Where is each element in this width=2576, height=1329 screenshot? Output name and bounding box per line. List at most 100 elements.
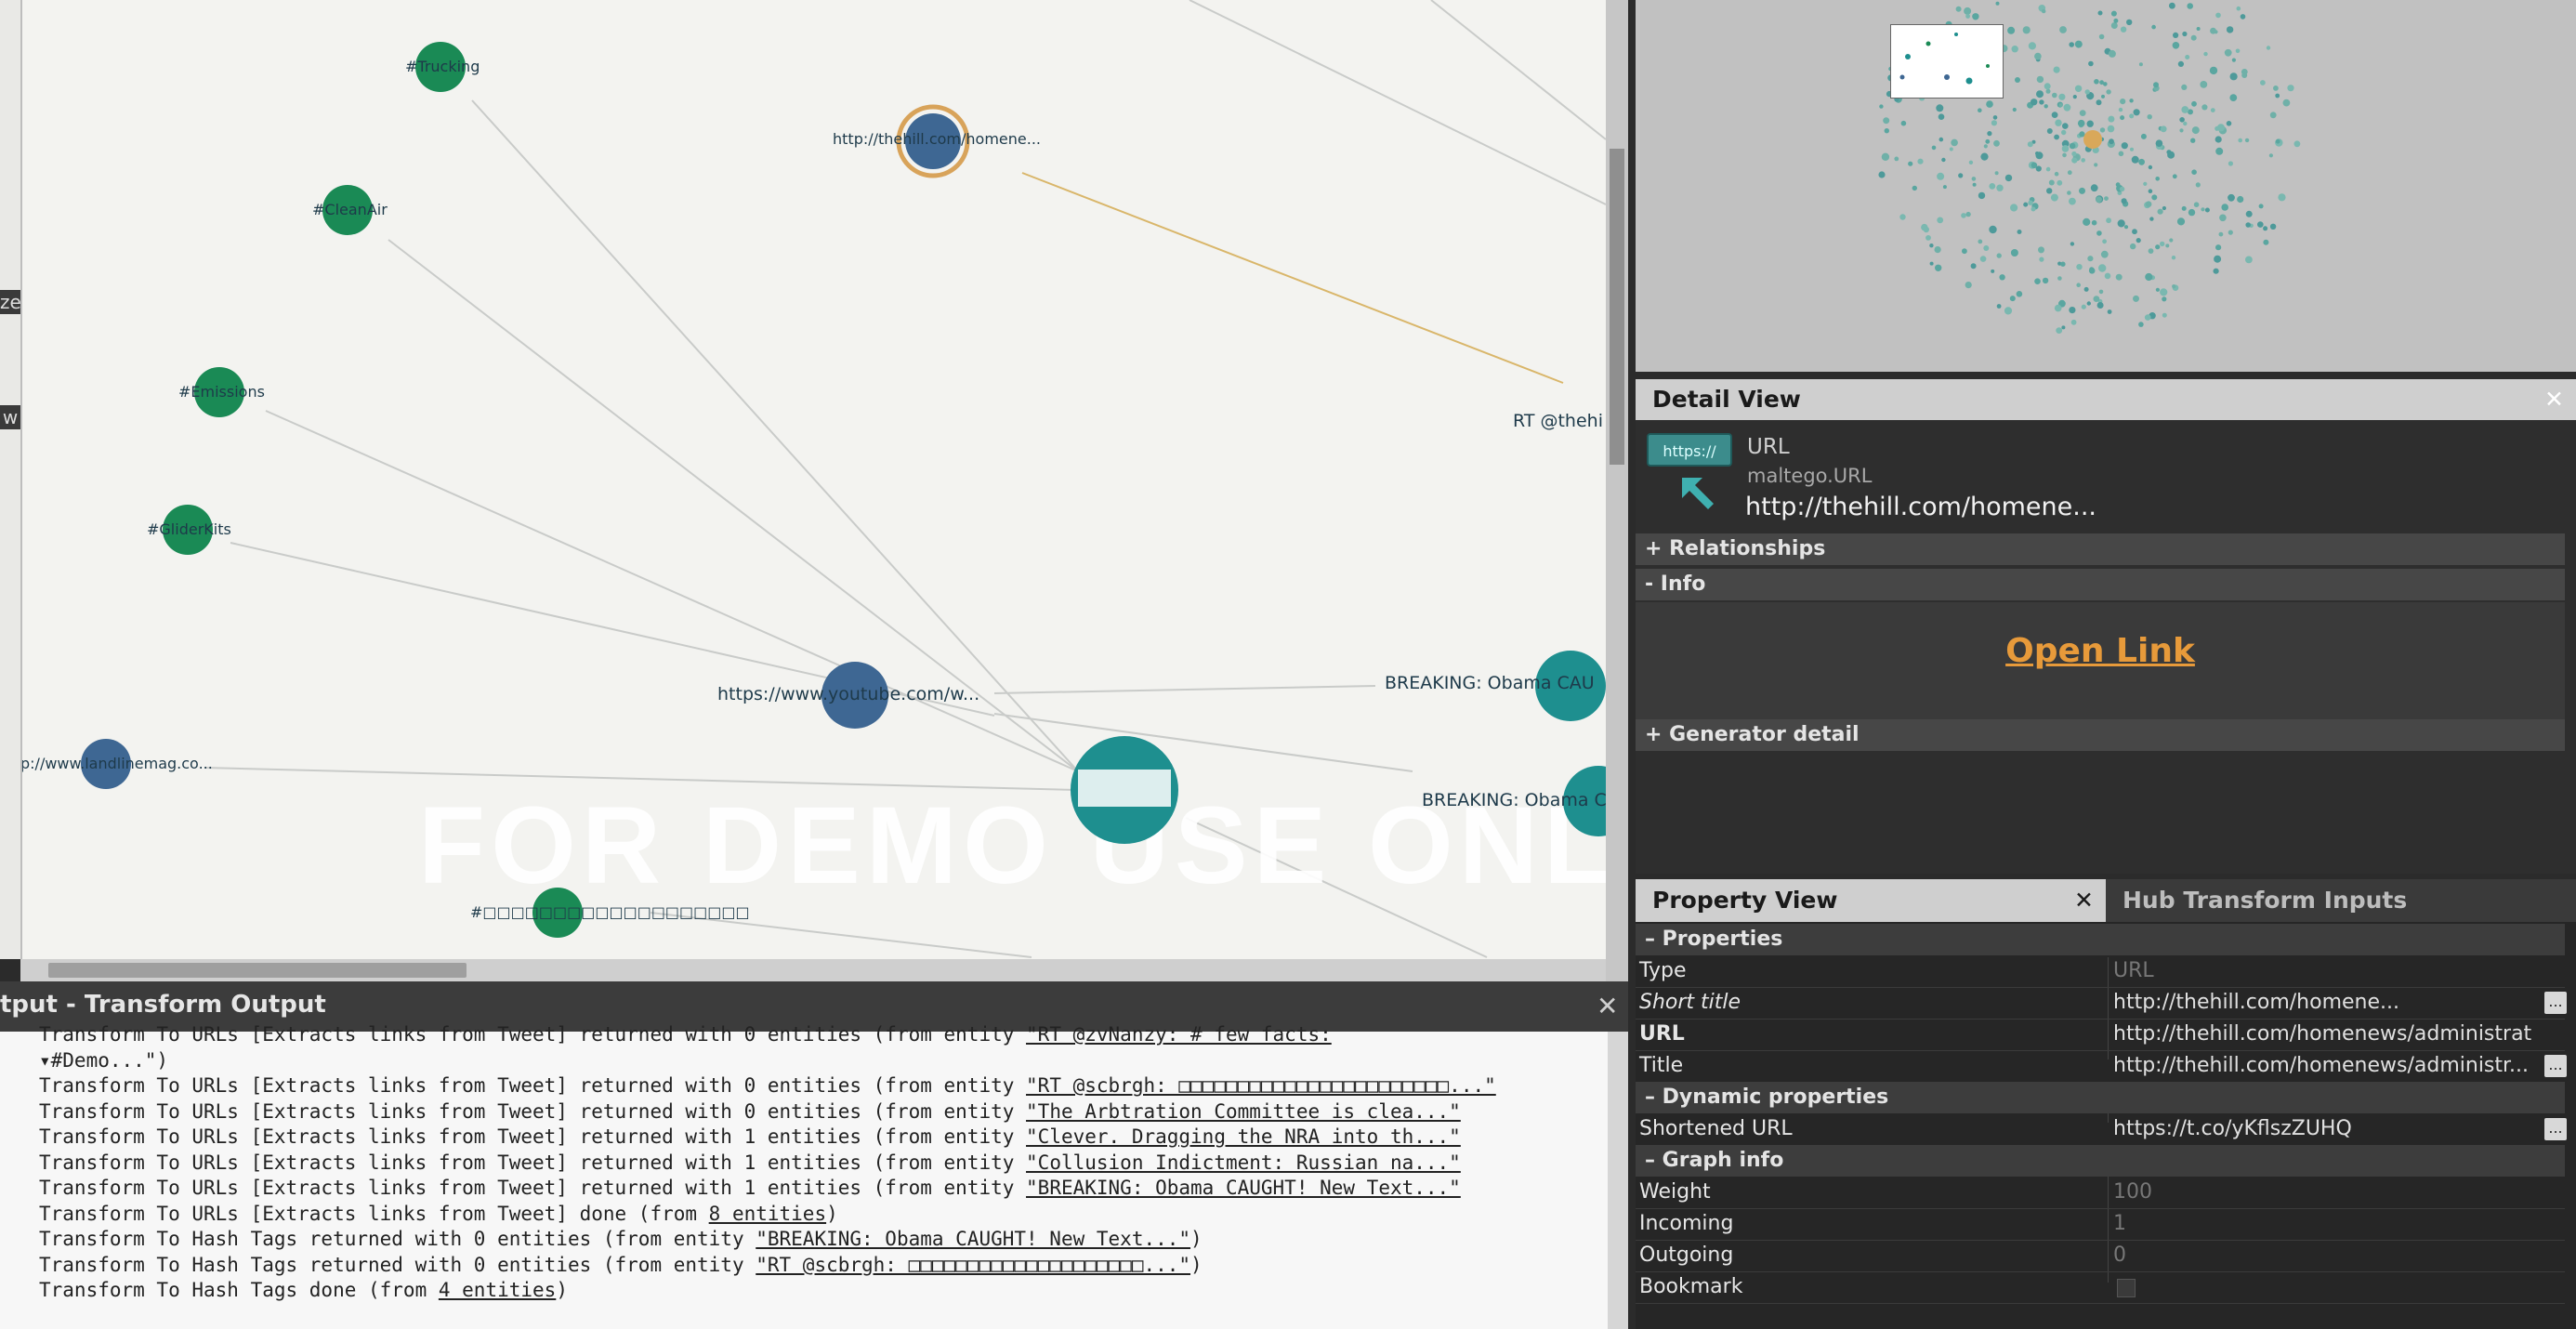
overview-dot	[2046, 188, 2053, 194]
overview-dot	[2046, 128, 2053, 134]
overview-dot	[2157, 208, 2163, 215]
overview-dot	[2071, 151, 2077, 157]
overview-dot	[1970, 263, 1977, 270]
entity-link[interactable]: "BREAKING: Obama CAUGHT! New Text..."	[756, 1228, 1190, 1250]
overview-dot	[1938, 113, 1945, 120]
overview-dot	[2031, 206, 2036, 212]
tab-property-view[interactable]: Property View ✕	[1636, 879, 2106, 922]
left-strip-tab[interactable]: w	[0, 405, 20, 429]
overview-dot	[2023, 202, 2029, 207]
entity-link[interactable]: "RT @scbrgh: □□□□□□□□□□□□□□□□□□□□□□□..."	[1026, 1074, 1496, 1097]
overview-dot	[2155, 244, 2161, 250]
prop-value[interactable]: http://thehill.com/homenews/administrati…	[2113, 1019, 2531, 1050]
prop-value[interactable]: http://thehill.com/homenews/administr...	[2113, 1050, 2531, 1082]
overview-dot	[2153, 82, 2159, 88]
overview-hub-node	[2083, 130, 2102, 149]
overview-dot	[2162, 312, 2167, 318]
ellipsis-button[interactable]: ...	[2544, 1118, 2567, 1140]
section-generator-detail[interactable]: + Generator detail	[1636, 719, 2565, 751]
close-icon[interactable]: ✕	[2074, 879, 2094, 922]
prop-row-short-title[interactable]: Short title http://thehill.com/homene...…	[1636, 987, 2567, 1020]
output-scrollbar[interactable]	[1608, 1032, 1628, 1329]
overview-dot	[2185, 55, 2190, 59]
overview-dot	[1937, 217, 1944, 224]
overview-dot	[2104, 196, 2109, 202]
prop-key: Bookmark	[1639, 1275, 1743, 1298]
group-dynamic-properties[interactable]: – Dynamic properties	[1636, 1082, 2565, 1113]
prop-row-bookmark[interactable]: Bookmark	[1636, 1271, 2565, 1304]
section-relationships[interactable]: + Relationships	[1636, 533, 2565, 565]
entity-link[interactable]: "RT @zvNanzy: # few facts:	[1026, 1023, 1332, 1046]
entity-link[interactable]: "The Arbtration Committee is clea..."	[1026, 1100, 1461, 1123]
overview-dot	[2120, 26, 2127, 33]
graph-horizontal-scrollbar[interactable]	[20, 959, 1606, 981]
overview-dot	[2282, 99, 2291, 107]
left-strip-tab[interactable]: ze	[0, 290, 21, 314]
overview-dot	[2191, 100, 2197, 107]
entity-link[interactable]: 8 entities	[709, 1203, 826, 1225]
overview-dot	[1972, 13, 1979, 20]
overview-dot	[2010, 204, 2018, 212]
overview-dot	[1894, 156, 1899, 162]
log-line: Transform To URLs [Extracts links from T…	[39, 1023, 1332, 1046]
prop-row-title[interactable]: Title http://thehill.com/homenews/admini…	[1636, 1050, 2567, 1083]
overview-dot	[2028, 42, 2036, 50]
tab-hub-transform-inputs[interactable]: Hub Transform Inputs	[2106, 879, 2576, 922]
prop-value[interactable]: http://thehill.com/homene...	[2113, 987, 2531, 1019]
overview-dot	[2145, 272, 2153, 282]
section-info[interactable]: - Info	[1636, 569, 2565, 600]
overview-dot	[2287, 85, 2294, 92]
overview-dot	[1995, 1, 2000, 6]
open-link[interactable]: Open Link	[1636, 632, 2565, 670]
entity-link[interactable]: "RT @scbrgh: □□□□□□□□□□□□□□□□□□□□..."	[756, 1254, 1190, 1276]
overview-dot	[2015, 77, 2020, 83]
overview-dot	[2182, 31, 2188, 37]
overview-dot	[2235, 48, 2241, 54]
overview-dot	[2149, 217, 2154, 221]
scroll-thumb[interactable]	[48, 963, 467, 978]
scroll-thumb[interactable]	[1610, 149, 1624, 465]
overview-dot	[2148, 248, 2154, 254]
overview-dot	[2050, 193, 2058, 202]
overview-dot	[2098, 289, 2104, 295]
entity-link[interactable]: "Clever. Dragging the NRA into th..."	[1026, 1125, 1461, 1148]
edge	[1430, 0, 1606, 140]
overview-viewport-frame[interactable]	[1890, 24, 2004, 99]
prop-value[interactable]: https://t.co/yKflszZUHQ	[2113, 1113, 2531, 1145]
graph-canvas[interactable]: FOR DEMO USE ONLY #Trucking #CleanAir #E…	[0, 0, 1606, 959]
overview-dot	[1989, 183, 1996, 190]
prop-row-url[interactable]: URL http://thehill.com/homenews/administ…	[1636, 1019, 2565, 1051]
detail-view-title: Detail View	[1652, 386, 1801, 413]
bookmark-checkbox[interactable]	[2117, 1279, 2136, 1297]
close-icon[interactable]: ✕	[2544, 379, 2564, 420]
overview-dot	[2052, 92, 2057, 99]
overview-dot	[2162, 296, 2167, 302]
group-properties[interactable]: – Properties	[1636, 924, 2565, 955]
entity-link[interactable]: 4 entities	[439, 1279, 556, 1301]
close-icon[interactable]: ✕	[1597, 991, 1618, 1021]
overview-dot	[2034, 52, 2042, 60]
overview-dot	[2007, 26, 2016, 34]
ellipsis-button[interactable]: ...	[2544, 1055, 2567, 1077]
group-graph-info[interactable]: – Graph info	[1636, 1145, 2565, 1177]
property-view-panel: Property View ✕ Hub Transform Inputs – P…	[1636, 879, 2576, 1329]
overview-dot	[2155, 177, 2160, 181]
graph-vertical-scrollbar[interactable]	[1606, 0, 1628, 981]
overview-dot	[2016, 291, 2023, 297]
overview-dot	[1878, 171, 1886, 178]
entity-link[interactable]: "Collusion Indictment: Russian na..."	[1026, 1151, 1461, 1174]
overview-dot	[2169, 238, 2174, 243]
overview-dot	[2083, 286, 2089, 292]
overview-dot	[1964, 7, 1972, 15]
overview-dot	[2133, 295, 2139, 302]
overview-dot	[2076, 283, 2081, 288]
prop-row-shortened-url[interactable]: Shortened URL https://t.co/yKflszZUHQ ..…	[1636, 1113, 2567, 1146]
entity-link[interactable]: "BREAKING: Obama CAUGHT! New Text..."	[1026, 1177, 1461, 1199]
overview-dot	[2228, 161, 2233, 166]
overview-dot	[1996, 253, 2002, 258]
node-label: #GliderKits	[147, 520, 231, 538]
ellipsis-button[interactable]: ...	[2544, 992, 2567, 1014]
overview-dot	[1958, 173, 1964, 178]
overview-dot	[2104, 272, 2111, 280]
graph-overview[interactable]	[1636, 0, 2576, 372]
